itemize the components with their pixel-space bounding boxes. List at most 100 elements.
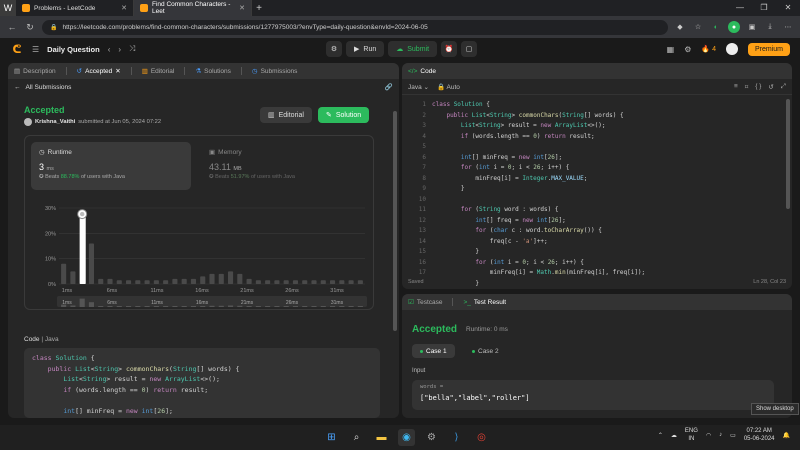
submitter-info: Krishna_Vaithi submitted at Jun 05, 2024… — [24, 118, 161, 126]
prev-problem-icon[interactable]: ‹ — [108, 45, 111, 54]
refresh-icon[interactable]: ↻ — [24, 22, 36, 33]
tab-description[interactable]: ▤ Description — [14, 67, 56, 76]
timer-icon[interactable]: ⏰ — [441, 41, 458, 57]
daily-question-title[interactable]: Daily Question — [47, 45, 100, 54]
line-number-gutter: 1234567891011121314151617181920212223242… — [402, 100, 426, 279]
shuffle-icon[interactable]: ⤨ — [129, 44, 135, 54]
settings-gear-icon[interactable]: ⚙ — [684, 45, 691, 54]
file-explorer-icon[interactable]: ▬ — [373, 429, 390, 446]
share-link-icon[interactable]: 🔗 — [385, 83, 393, 91]
tab-code[interactable]: </> Code — [408, 68, 436, 75]
premium-button[interactable]: Premium — [747, 42, 790, 56]
system-clock[interactable]: 07:22 AM 05-06-2024 — [744, 427, 775, 443]
editorial-button[interactable]: ▥ Editorial — [260, 107, 312, 123]
collections-icon[interactable]: ▣ — [746, 21, 758, 33]
autocomplete-toggle[interactable]: 🔒 Auto — [437, 83, 460, 91]
submit-button[interactable]: ☁ Submit — [388, 41, 438, 57]
runtime-card[interactable]: ◷ Runtime 3 ms ✪ Beats 88.78% of users wi… — [31, 142, 191, 190]
tab-accepted[interactable]: ↺ Accepted ✕ — [76, 67, 121, 76]
edge-browser-icon[interactable]: ◉ — [398, 429, 415, 446]
next-problem-icon[interactable]: › — [118, 45, 121, 54]
battery-icon[interactable]: ▭ — [730, 432, 736, 439]
browser-profile-icon[interactable]: W — [0, 0, 16, 16]
browser-tab-find-common[interactable]: Find Common Characters - Leet ✕ — [134, 0, 252, 16]
notes-icon[interactable]: ▢ — [461, 41, 478, 57]
username[interactable]: Krishna_Vaithi — [35, 119, 75, 125]
url-text: https://leetcode.com/problems/find-commo… — [62, 23, 428, 31]
windows-start-icon[interactable]: ⊞ — [323, 429, 340, 446]
editor-scrollbar[interactable] — [786, 99, 790, 209]
search-icon[interactable]: ⌕ — [348, 429, 365, 446]
braces-icon[interactable]: { } — [755, 83, 761, 91]
code-editor[interactable]: 1234567891011121314151617181920212223242… — [402, 95, 792, 287]
extension-icon[interactable]: ◆ — [674, 21, 686, 33]
problem-list-icon[interactable]: ☰ — [32, 45, 39, 54]
run-button[interactable]: ▶ Run — [346, 41, 385, 57]
memory-card[interactable]: ▣ Memory 43.11 MB ✪ Beats 51.97% of users… — [201, 142, 361, 190]
lock-icon: 🔒 — [50, 24, 58, 31]
runtime-beats-pct: 88.78% — [60, 174, 80, 180]
runtime-distribution-chart[interactable]: 30% 20% 10% 0% 1ms 6ms 11ms 16ms 21ms 26ms 31ms 1ms… — [25, 192, 375, 310]
maximize-icon[interactable]: ❐ — [752, 0, 776, 16]
highlighted-bar — [79, 213, 86, 284]
code-content[interactable]: class Solution { public List<String> com… — [432, 100, 645, 289]
tab-test-result[interactable]: >_ Test Result — [463, 299, 506, 306]
tab-submissions[interactable]: ◷ Submissions — [252, 67, 298, 76]
solution-button[interactable]: ✎ Solution — [318, 107, 370, 123]
close-icon[interactable]: ✕ — [121, 4, 127, 12]
settings-gear-icon[interactable]: ⚙ — [423, 429, 440, 446]
close-window-icon[interactable]: ✕ — [776, 0, 800, 16]
input-var-value: ["bella","label","roller"] — [420, 394, 530, 402]
code-language: Java — [44, 336, 59, 343]
onedrive-icon[interactable]: ☁ — [671, 432, 677, 439]
chevron-up-icon[interactable]: ⌃ — [658, 432, 663, 439]
layout-icon[interactable]: ▦ — [667, 45, 675, 54]
address-bar: ← ↻ 🔒 https://leetcode.com/problems/find… — [0, 16, 800, 38]
all-submissions-link[interactable]: ← All Submissions 🔗 — [8, 79, 399, 95]
line-number: 15 — [418, 248, 426, 255]
tab-solutions[interactable]: ⚗ Solutions — [195, 67, 231, 76]
vpn-icon[interactable]: ◐ — [710, 21, 722, 33]
lock-icon: 🔒 — [437, 83, 446, 91]
avatar[interactable] — [725, 43, 738, 55]
left-panel-scrollbar[interactable] — [393, 111, 397, 331]
line-number: 5 — [422, 143, 426, 150]
close-icon[interactable]: ✕ — [115, 67, 120, 75]
menu-icon[interactable]: ⋯ — [782, 21, 794, 33]
volume-icon[interactable]: ♪ — [719, 432, 722, 438]
back-icon[interactable]: ← — [6, 22, 18, 32]
fullscreen-icon[interactable]: ⤢ — [781, 83, 786, 91]
download-icon[interactable]: ⤓ — [764, 21, 776, 33]
tab-testcase[interactable]: ☑ Testcase — [408, 298, 442, 307]
streak-counter[interactable]: 🔥 4 — [701, 45, 716, 53]
tab-editorial[interactable]: ▥ Editorial — [142, 67, 175, 76]
windows-taskbar: ⊞ ⌕ ▬ ◉ ⚙ ⟩ ◎ ⌃ ☁ ENG IN ◠ ♪ ▭ 07:22 AM 05… — [0, 425, 800, 450]
case-2-button[interactable]: Case 2 — [464, 344, 507, 358]
tab-label: Editorial — [150, 67, 175, 75]
range-selector-bar — [190, 306, 197, 307]
new-tab-button[interactable]: + — [252, 3, 266, 14]
profile-green-icon[interactable]: ● — [728, 21, 740, 33]
wifi-icon[interactable]: ◠ — [706, 432, 711, 439]
url-field[interactable]: 🔒 https://leetcode.com/problems/find-com… — [42, 19, 668, 35]
line-number: 9 — [422, 185, 426, 192]
star-icon[interactable]: ☆ — [692, 21, 704, 33]
chrome-icon[interactable]: ◎ — [473, 429, 490, 446]
close-icon[interactable]: ✕ — [239, 4, 245, 12]
histogram-bar — [292, 280, 299, 284]
language-select[interactable]: Java ⌄ — [408, 83, 429, 91]
reset-icon[interactable]: ↺ — [768, 83, 773, 91]
format-icon[interactable]: ≡ — [734, 83, 738, 91]
histogram-bar — [255, 280, 261, 284]
browser-tab-problems[interactable]: Problems - LeetCode ✕ — [16, 0, 134, 16]
case-1-button[interactable]: Case 1 — [412, 344, 455, 358]
minimize-icon[interactable]: — — [728, 0, 752, 16]
tab-label: Accepted — [85, 67, 113, 75]
bookmark-icon[interactable]: ⌑ — [745, 83, 748, 91]
language-indicator[interactable]: ENG IN — [685, 427, 698, 443]
vscode-icon[interactable]: ⟩ — [448, 429, 465, 446]
notification-bell-icon[interactable]: 🔔 — [783, 432, 790, 439]
debug-icon[interactable]: ⚙ — [326, 41, 342, 57]
history-icon: ↺ — [76, 68, 83, 75]
leetcode-logo-icon[interactable]: ᕦ — [10, 42, 24, 56]
